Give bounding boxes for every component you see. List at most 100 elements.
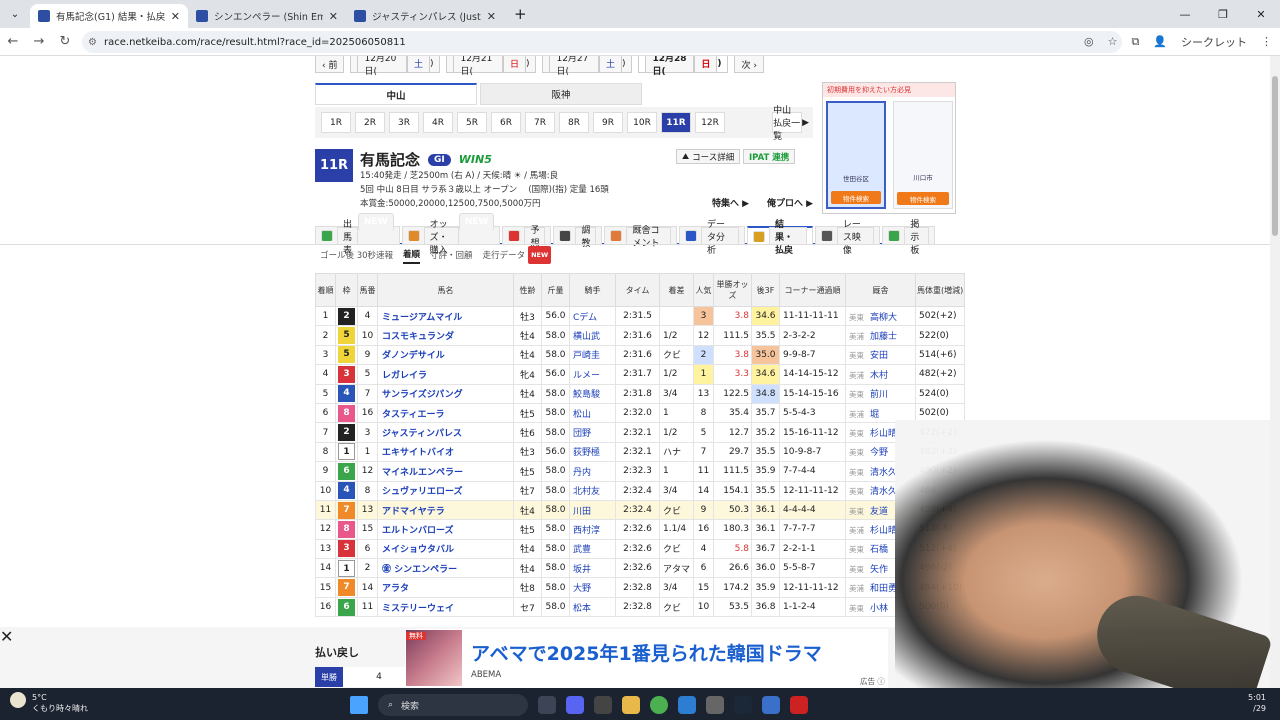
race-tab-10r[interactable]: 10R [627,112,657,133]
weather-widget[interactable]: 5°C くもり時々晴れ [10,692,88,714]
table-row[interactable]: 13 3 6 メイショウタバル 牡4 58.0 武豊 2:32.6 クビ 4 5.8 36.7 2-2-… [315,538,966,560]
cell-horse-name[interactable]: ㊎ シンエンペラー [377,558,514,579]
task-view-icon[interactable] [538,696,556,714]
menu-tab[interactable]: 調教 [553,226,603,249]
table-row[interactable]: 16 6 11 ミステリーウェイ セ7 58.0 松本 2:32.8 クビ 10 53.5 36.8 1… [315,596,966,618]
minimize-icon[interactable]: — [1166,0,1204,28]
reload-icon[interactable]: ↻ [52,34,78,49]
floorplan-right[interactable]: 川口市 物件検索 [893,101,953,209]
table-row[interactable]: 11 7 13 アドマイヤテラ 牡4 58.0 川田 2:32.4 クビ 9 50.3 36.1 4-4… [315,499,966,521]
cell-trainer[interactable]: 美東 前川 [845,383,916,404]
windows-start-icon[interactable] [350,696,368,714]
menu-tab[interactable]: レース映像 [814,220,881,256]
back-icon[interactable]: ← [0,34,26,49]
date-item[interactable]: 12月20日(土) [350,56,441,77]
site-info-icon[interactable]: ⚙ [88,37,97,48]
date-item[interactable]: 12月21日(日) [446,56,537,77]
scrollbar[interactable] [1270,56,1280,688]
menu-tab[interactable]: オッズ・購入 NEW [401,212,501,256]
date-item-selected[interactable]: 12月28日(日) [638,56,729,77]
cell-trainer[interactable]: 美浦 加藤士 [845,325,916,346]
tokushu-link[interactable]: 特集へ ▶ [712,196,749,209]
floorplan-left[interactable]: 世田谷区 物件検索 [826,101,886,209]
race-tab-8r[interactable]: 8R [559,112,589,133]
cell-jockey[interactable]: 松本 [569,596,616,618]
close-ad-icon[interactable]: ✕ [0,627,13,646]
table-row[interactable]: 4 3 5 レガレイラ 牝4 56.0 ルメー 2:31.7 1/2 1 3.3 34.6 14-14-… [315,364,966,385]
close-icon[interactable]: ✕ [487,10,496,23]
cell-jockey[interactable]: 北村友 [569,480,616,501]
cell-horse-name[interactable]: コスモキュランダ [377,325,514,346]
chatgpt-icon[interactable] [594,696,612,714]
menu-tab[interactable]: 結果・払戻 [746,220,813,256]
steam-icon[interactable] [734,696,752,714]
table-row[interactable]: 15 7 14 アラタ 牡8 58.0 大野 2:32.8 3/4 15 174.2 35.9 12-1… [315,577,966,598]
table-row[interactable]: 12 8 15 エルトンバローズ 牡5 58.0 西村淳 2:32.6 1.1/4 16 180.3… [315,519,966,540]
cell-horse-name[interactable]: シュヴァリエローズ [377,480,514,501]
tab-2[interactable]: シンエンペラー (Shin Emperor) | 競 ✕ [188,4,346,28]
course-detail-button[interactable]: ⛰ コース詳細 [676,149,741,164]
cell-horse-name[interactable]: アドマイヤテラ [377,499,514,521]
race-tab-5r[interactable]: 5R [457,112,487,133]
new-tab-button[interactable]: + [514,5,527,23]
menu-tab[interactable]: 厩舎コメント [604,226,678,249]
race-tab-9r[interactable]: 9R [593,112,623,133]
table-row[interactable]: 9 6 12 マイネルエンペラー 牡5 58.0 丹内 2:32.3 1 11 111.5 35.9 7… [315,461,966,482]
maximize-icon[interactable]: ❐ [1204,0,1242,28]
subtab-result[interactable]: 着順 [403,246,421,264]
url-field[interactable]: ⚙ race.netkeiba.com/race/result.html?race… [82,31,1122,53]
table-row[interactable]: 5 4 7 サンライズジパング 牡4 58.0 鮫島駿 2:31.8 3/4 13 122.5 34.… [315,383,966,404]
tab-list-button[interactable]: ⌄ [4,3,26,25]
menu-icon[interactable]: ⋮ [1261,35,1272,48]
ad-search-button[interactable]: 物件検索 [831,191,881,204]
star-icon[interactable]: ☆ [1108,35,1118,48]
venue-tab-nakayama[interactable]: 中山 [315,83,477,105]
table-row[interactable]: 8 1 1 エキサイトバイオ 牡3 56.0 荻野極 2:32.1 ハナ 7 29.7 35.5 10-… [315,441,966,463]
table-row[interactable]: 3 5 9 ダノンデサイル 牡4 58.0 戸崎圭 2:31.6 クビ 2 3.8 35.0 9-9-8… [315,344,966,366]
cell-horse-name[interactable]: ミュージアムマイル [377,305,514,327]
notepad-icon[interactable] [762,696,780,714]
cell-jockey[interactable]: Cデム [569,305,616,327]
cell-jockey[interactable]: 荻野極 [569,441,616,463]
subtab-running-data[interactable]: 走行データ NEW [483,246,552,264]
cell-jockey[interactable]: ルメー [569,364,616,385]
race-tab-12r[interactable]: 12R [695,112,725,133]
taskbar-search[interactable]: ⌕ 検索 [378,694,528,716]
ad-search-button[interactable]: 物件検索 [897,192,949,205]
table-row[interactable]: 6 8 16 タスティエーラ 牡5 58.0 松山 2:32.0 1 8 35.4 35.7 5-5-4… [315,402,966,424]
menu-tab[interactable]: データ分析 [679,220,745,256]
cell-horse-name[interactable]: メイショウタバル [377,538,514,560]
cell-horse-name[interactable]: ジャスティンパレス [377,422,514,443]
ad-info-label[interactable]: 広告 ⓘ [860,676,885,687]
next-date-button[interactable]: 次 › [734,56,764,73]
race-tab-6r[interactable]: 6R [491,112,521,133]
cell-trainer[interactable]: 美浦 木村 [845,364,916,385]
profile-icon[interactable]: 👤 [1153,35,1167,48]
cell-horse-name[interactable]: レガレイラ [377,364,514,385]
cell-jockey[interactable]: 西村淳 [569,519,616,540]
cell-horse-name[interactable]: ダノンデサイル [377,344,514,366]
close-icon[interactable]: ✕ [329,10,338,23]
cell-horse-name[interactable]: マイネルエンペラー [377,461,514,482]
ipat-button[interactable]: IPAT 連携 [743,149,796,164]
cell-trainer[interactable]: 美東 高柳大 [845,305,916,327]
tab-3[interactable]: ジャスティンパレス (Justin Palace) | ✕ [346,4,504,28]
race-tab-2r[interactable]: 2R [355,112,385,133]
tab-1[interactable]: 有馬記念(G1) 結果・払戻 | 2025年 ✕ [30,4,188,28]
scroll-thumb[interactable] [1272,76,1278,236]
subtab-goal[interactable]: ゴール後 30秒速報 [320,246,393,264]
cell-jockey[interactable]: 丹内 [569,461,616,482]
menu-tab[interactable]: 出馬表 NEW [315,212,400,256]
cell-jockey[interactable]: 坂井 [569,558,616,579]
orepro-link[interactable]: 俺プロへ ▶ [767,196,813,209]
cell-jockey[interactable]: 団野 [569,422,616,443]
app-icon[interactable] [790,696,808,714]
abema-ad[interactable]: 無料 アベマで2025年1番見られた韓国ドラマ ABEMA [405,629,888,688]
cell-horse-name[interactable]: エキサイトバイオ [377,441,514,463]
cell-horse-name[interactable]: エルトンバローズ [377,519,514,540]
table-row[interactable]: 7 2 3 ジャスティンパレス 牡6 58.0 団野 2:32.1 1/2 5 12.7 35.2 15… [315,422,966,443]
table-row[interactable]: 2 5 10 コスモキュランダ 牡4 58.0 横山武 2:31.6 1/2 12 111.5 35.… [315,325,966,346]
menu-tab[interactable]: 掲示板 [882,220,936,256]
close-icon[interactable]: ✕ [171,10,180,23]
cell-jockey[interactable]: 戸崎圭 [569,344,616,366]
